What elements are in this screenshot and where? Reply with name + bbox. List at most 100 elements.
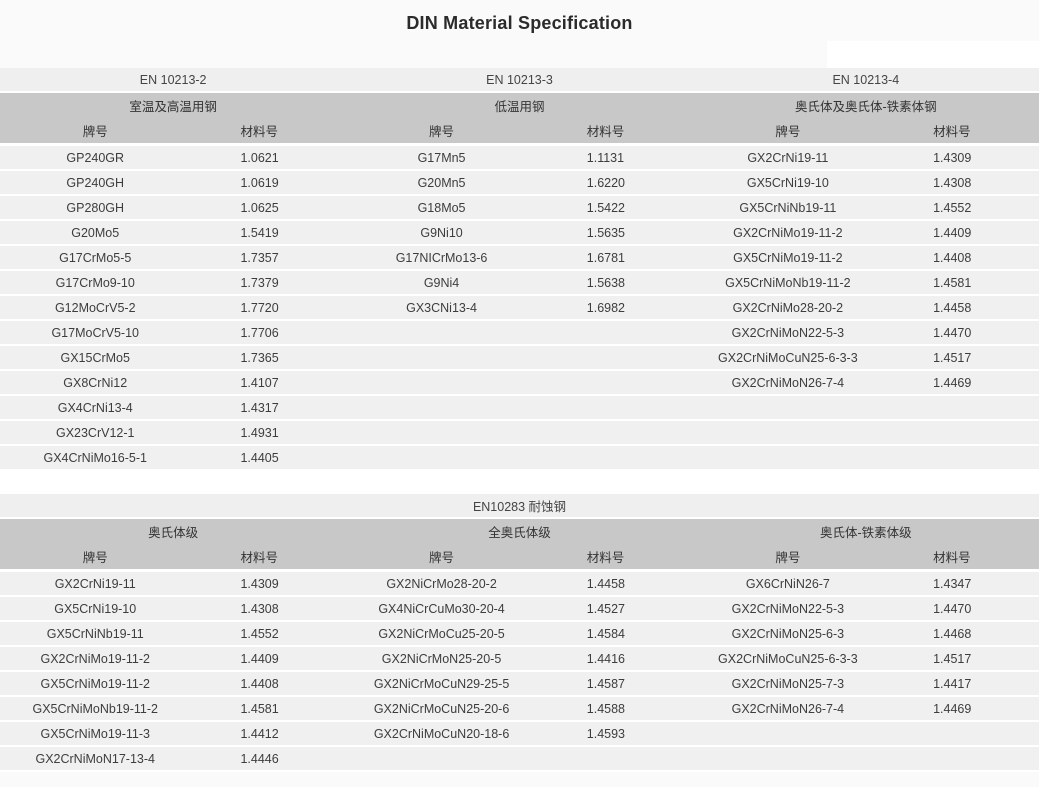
- grade-cell: GX2NiCrMoCuN25-20-6: [346, 702, 536, 716]
- grade-cell: GX5CrNiMo19-11-3: [0, 727, 190, 741]
- material-no-cell: 1.4581: [883, 276, 1039, 290]
- material-no-cell: 1.4446: [190, 752, 346, 766]
- page: DIN Material Specification EN 10213-2 EN…: [0, 0, 1039, 789]
- standard-header-cell: EN 10213-2: [0, 73, 346, 87]
- material-no-cell: 1.7720: [190, 301, 346, 315]
- standard-header-cell: EN 10213-3: [346, 73, 692, 87]
- category-header-cell: 奥氏体级: [0, 522, 346, 541]
- material-no-cell: 1.4587: [537, 677, 693, 691]
- material-no-cell: 1.6220: [537, 176, 693, 190]
- grade-cell: GX8CrNi12: [0, 376, 190, 390]
- material-no-cell: 1.1131: [537, 151, 693, 165]
- material-no-cell: 1.4552: [883, 201, 1039, 215]
- grade-cell: GX2CrNiMoN17-13-4: [0, 752, 190, 766]
- table-row: GP240GR1.0621G17Mn51.1131GX2CrNi19-111.4…: [0, 146, 1039, 169]
- table-body: GX2CrNi19-111.4309GX2NiCrMo28-20-21.4458…: [0, 572, 1039, 770]
- material-no-cell: 1.4470: [883, 602, 1039, 616]
- category-header-cell: 奥氏体-铁素体级: [693, 522, 1039, 541]
- material-no-cell: 1.6982: [537, 301, 693, 315]
- material-no-column-header: 材料号: [883, 547, 1039, 566]
- grade-cell: GX2CrNi19-11: [0, 577, 190, 591]
- grade-cell: GX2CrNiMoCuN25-6-3-3: [693, 652, 883, 666]
- grade-cell: GX2CrNiMoN22-5-3: [693, 326, 883, 340]
- material-no-cell: 1.4588: [537, 702, 693, 716]
- table-row: GX5CrNiMoNb19-11-21.4581GX2NiCrMoCuN25-2…: [0, 697, 1039, 720]
- material-no-cell: 1.4308: [190, 602, 346, 616]
- grade-cell: GX2CrNiMo19-11-2: [0, 652, 190, 666]
- table-row: GX4CrNiMo16-5-11.4405: [0, 446, 1039, 469]
- material-no-cell: 1.4412: [190, 727, 346, 741]
- grade-cell: GX3CNi13-4: [346, 301, 536, 315]
- table-row: GX23CrV12-11.4931: [0, 421, 1039, 444]
- material-no-cell: 1.4107: [190, 376, 346, 390]
- grade-cell: G17MoCrV5-10: [0, 326, 190, 340]
- grade-cell: GX2NiCrMoCuN29-25-5: [346, 677, 536, 691]
- grade-cell: GX2NiCrMoN25-20-5: [346, 652, 536, 666]
- grade-cell: G12MoCrV5-2: [0, 301, 190, 315]
- grade-cell: GX5CrNi19-10: [0, 602, 190, 616]
- material-no-cell: 1.5635: [537, 226, 693, 240]
- material-no-cell: 1.4417: [883, 677, 1039, 691]
- masthead: DIN Material Specification: [0, 0, 1039, 68]
- table-body: GP240GR1.0621G17Mn51.1131GX2CrNi19-111.4…: [0, 146, 1039, 469]
- material-no-cell: 1.0621: [190, 151, 346, 165]
- grade-cell: GX4CrNiMo16-5-1: [0, 451, 190, 465]
- grade-cell: GX2CrNiMoN25-7-3: [693, 677, 883, 691]
- category-header-cell: 全奥氏体级: [346, 522, 692, 541]
- grade-cell: GX4NiCrCuMo30-20-4: [346, 602, 536, 616]
- grade-cell: GX5CrNiMoNb19-11-2: [0, 702, 190, 716]
- material-no-cell: 1.4517: [883, 351, 1039, 365]
- grade-column-header: 牌号: [346, 121, 536, 140]
- material-no-cell: 1.4470: [883, 326, 1039, 340]
- material-no-cell: 1.4593: [537, 727, 693, 741]
- grade-cell: GX2NiCrMoCu25-20-5: [346, 627, 536, 641]
- category-header-cell: 奥氏体及奥氏体-铁素体钢: [693, 96, 1039, 115]
- grade-cell: GX6CrNiN26-7: [693, 577, 883, 591]
- category-header-row: 室温及高温用钢 低温用钢 奥氏体及奥氏体-铁素体钢: [0, 93, 1039, 118]
- table-separator: [0, 471, 1039, 494]
- material-no-cell: 1.4458: [883, 301, 1039, 315]
- grade-cell: GX2CrNiMoN26-7-4: [693, 702, 883, 716]
- grade-column-header: 牌号: [693, 547, 883, 566]
- material-no-cell: 1.7365: [190, 351, 346, 365]
- grade-cell: G9Ni4: [346, 276, 536, 290]
- column-header-row: 牌号 材料号 牌号 材料号 牌号 材料号: [0, 118, 1039, 143]
- grade-cell: GX5CrNiMo19-11-2: [0, 677, 190, 691]
- grade-cell: GX2CrNiMoN26-7-4: [693, 376, 883, 390]
- material-no-cell: 1.4931: [190, 426, 346, 440]
- table-en10213: EN 10213-2 EN 10213-3 EN 10213-4 室温及高温用钢…: [0, 68, 1039, 469]
- grade-cell: GX2CrNiMoCuN20-18-6: [346, 727, 536, 741]
- masthead-white-notch: [827, 41, 1039, 68]
- table-row: GP280GH1.0625G18Mo51.5422GX5CrNiNb19-111…: [0, 196, 1039, 219]
- grade-cell: GX2CrNiMo28-20-2: [693, 301, 883, 315]
- material-no-column-header: 材料号: [190, 547, 346, 566]
- category-header-cell: 室温及高温用钢: [0, 96, 346, 115]
- material-no-cell: 1.4469: [883, 376, 1039, 390]
- grade-cell: GP240GH: [0, 176, 190, 190]
- table-row: G20Mo51.5419G9Ni101.5635GX2CrNiMo19-11-2…: [0, 221, 1039, 244]
- standard-header-row: EN 10213-2 EN 10213-3 EN 10213-4: [0, 68, 1039, 91]
- grade-cell: GX2CrNiMoCuN25-6-3-3: [693, 351, 883, 365]
- grade-cell: GX5CrNi19-10: [693, 176, 883, 190]
- material-no-cell: 1.4584: [537, 627, 693, 641]
- grade-cell: G17NICrMo13-6: [346, 251, 536, 265]
- material-no-cell: 1.4347: [883, 577, 1039, 591]
- material-no-column-header: 材料号: [883, 121, 1039, 140]
- table-row: GX5CrNiMo19-11-31.4412GX2CrNiMoCuN20-18-…: [0, 722, 1039, 745]
- table-row: GX5CrNiMo19-11-21.4408GX2NiCrMoCuN29-25-…: [0, 672, 1039, 695]
- table-row: G17CrMo9-101.7379G9Ni41.5638GX5CrNiMoNb1…: [0, 271, 1039, 294]
- table-row: GX2CrNiMo19-11-21.4409GX2NiCrMoN25-20-51…: [0, 647, 1039, 670]
- table-row: GX5CrNiNb19-111.4552GX2NiCrMoCu25-20-51.…: [0, 622, 1039, 645]
- grade-column-header: 牌号: [346, 547, 536, 566]
- material-no-cell: 1.4309: [883, 151, 1039, 165]
- category-header-row: 奥氏体级 全奥氏体级 奥氏体-铁素体级: [0, 519, 1039, 544]
- grade-cell: GX23CrV12-1: [0, 426, 190, 440]
- material-no-cell: 1.4468: [883, 627, 1039, 641]
- grade-cell: G20Mn5: [346, 176, 536, 190]
- grade-cell: GX2CrNi19-11: [693, 151, 883, 165]
- grade-cell: GP280GH: [0, 201, 190, 215]
- table-row: G17CrMo5-51.7357G17NICrMo13-61.6781GX5Cr…: [0, 246, 1039, 269]
- material-no-cell: 1.7379: [190, 276, 346, 290]
- table-en10283: EN10283 耐蚀钢 奥氏体级 全奥氏体级 奥氏体-铁素体级 牌号 材料号 牌…: [0, 494, 1039, 770]
- material-no-cell: 1.4405: [190, 451, 346, 465]
